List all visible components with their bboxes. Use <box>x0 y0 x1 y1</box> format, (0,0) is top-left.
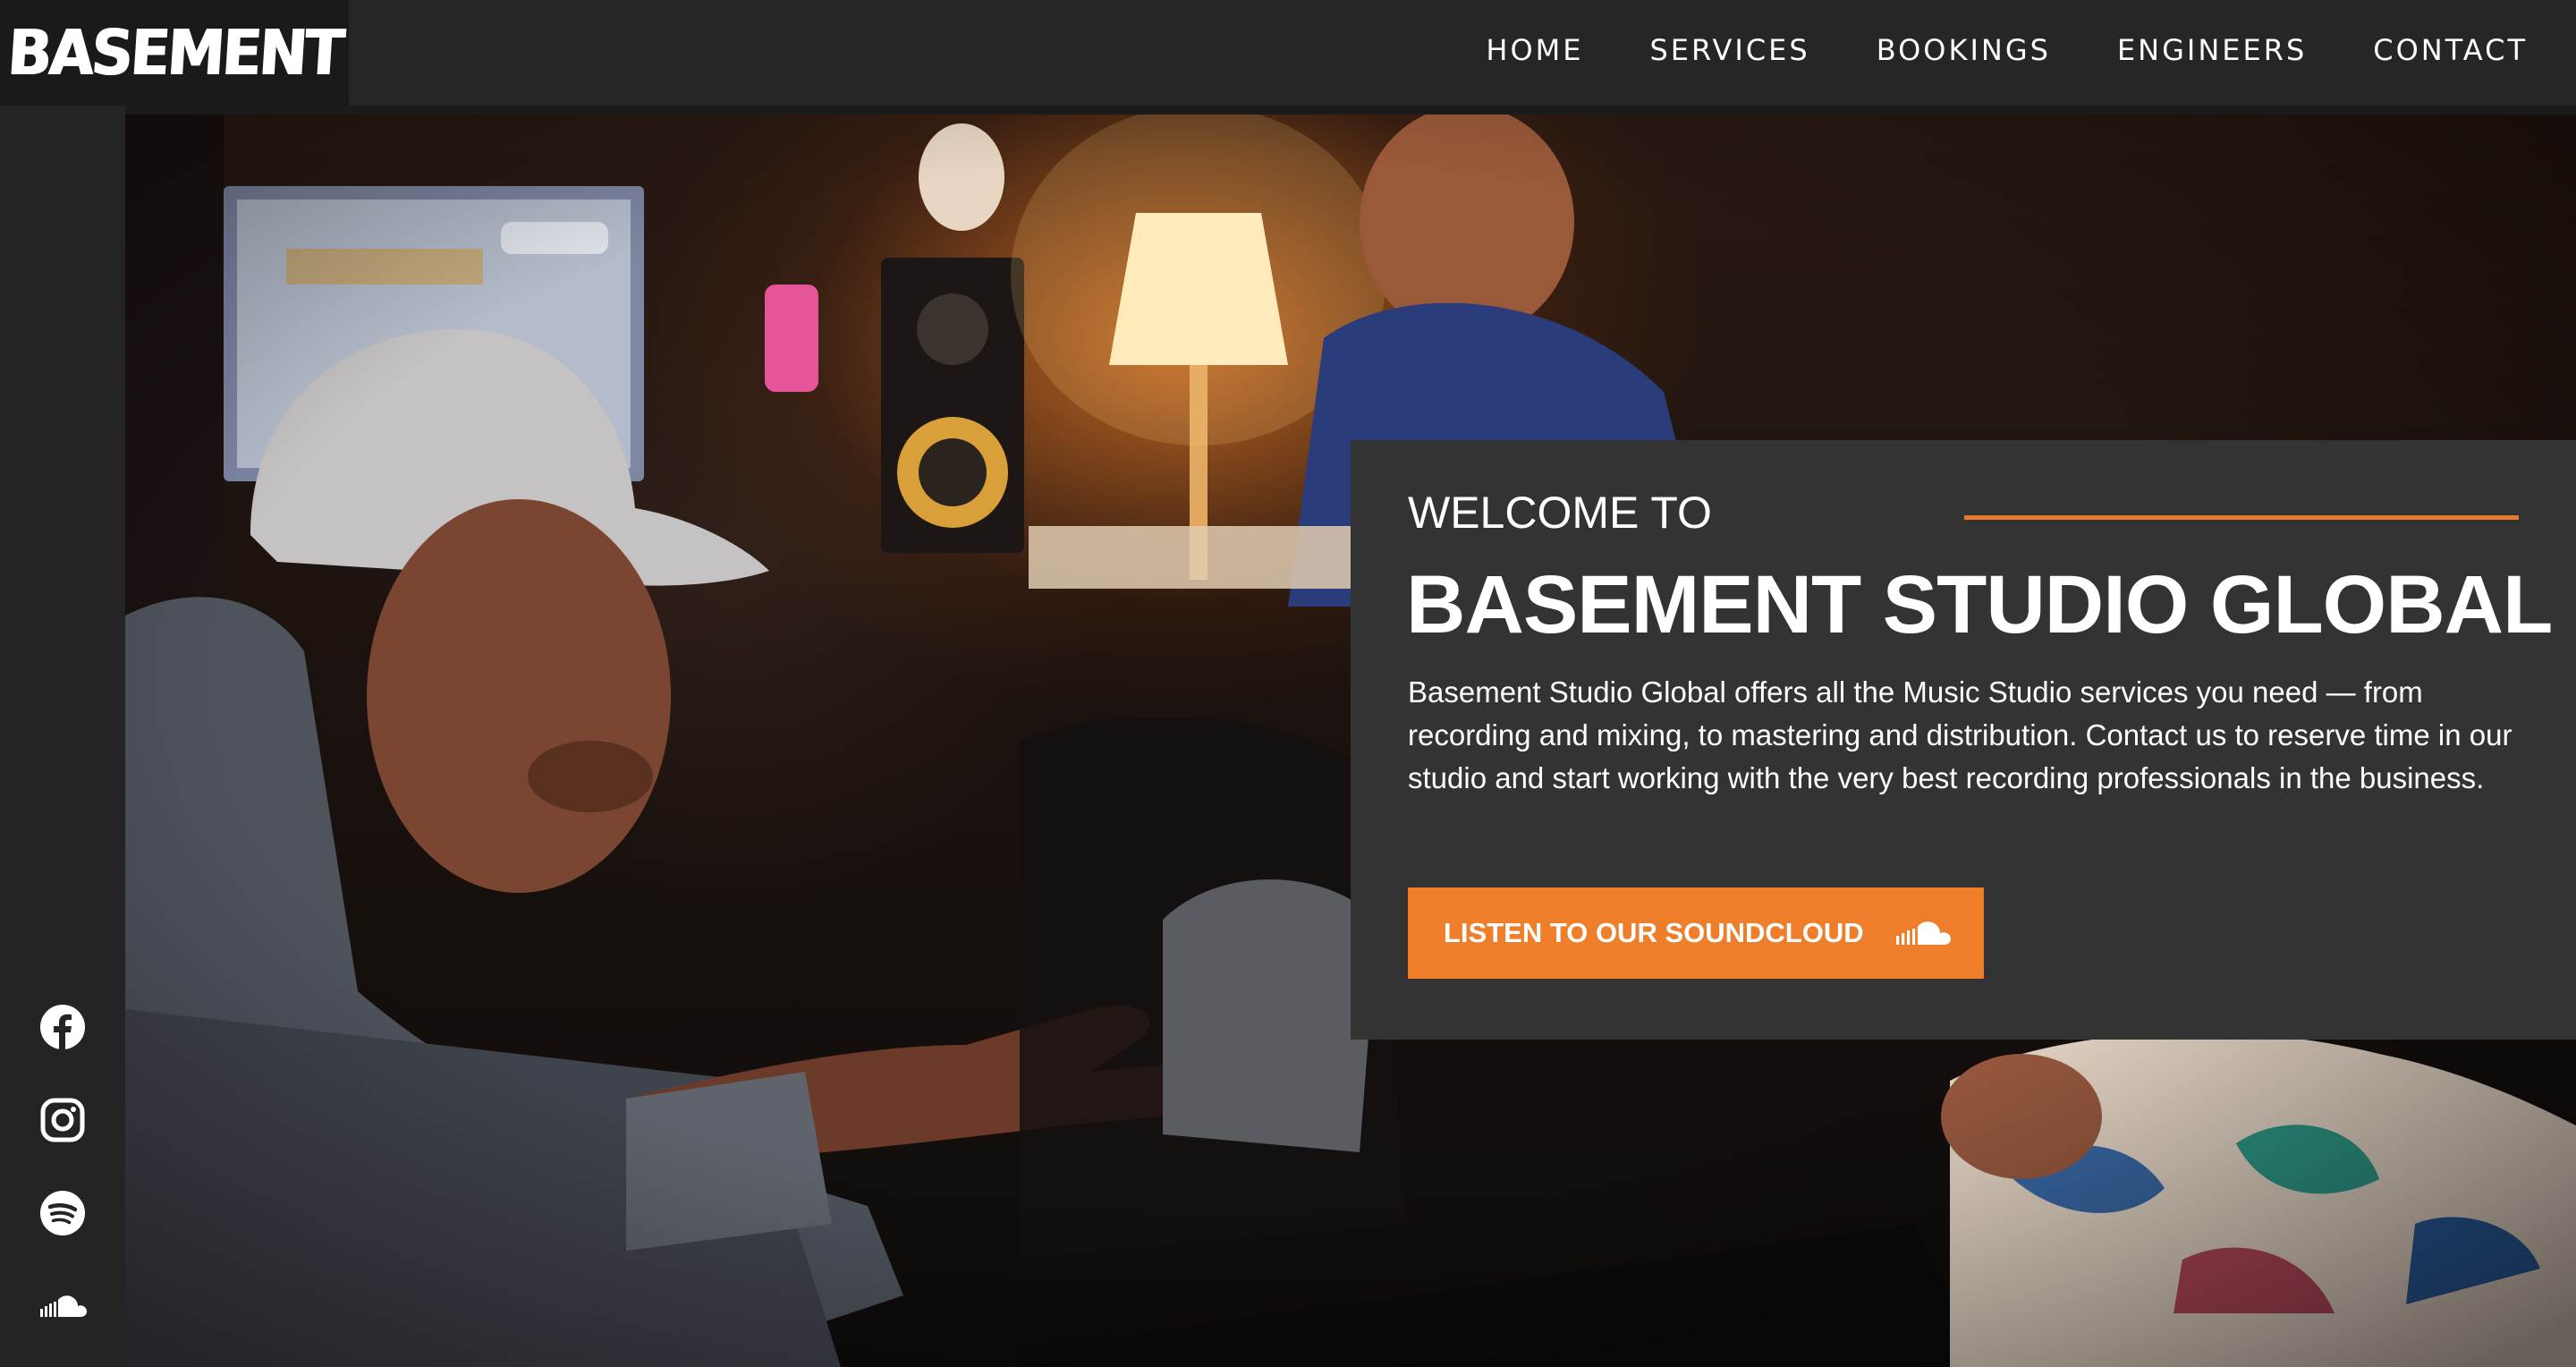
hero-description: Basement Studio Global offers all the Mu… <box>1408 675 2512 794</box>
top-navigation-bar: BASEMENT HOME SERVICES BOOKINGS ENGINEER… <box>0 0 2576 106</box>
cta-label: LISTEN TO OUR SOUNDCLOUD <box>1444 917 1864 948</box>
spotify-icon[interactable] <box>36 1186 89 1240</box>
nav-item-contact[interactable]: CONTACT <box>2373 33 2528 67</box>
page-title: BASEMENT STUDIO GLOBAL <box>1406 559 2553 650</box>
social-sidebar <box>0 106 125 1367</box>
welcome-pretitle: WELCOME TO <box>1408 488 1712 538</box>
soundcloud-icon <box>1894 919 1952 947</box>
nav-item-services[interactable]: SERVICES <box>1649 33 1809 67</box>
nav-item-bookings[interactable]: BOOKINGS <box>1877 33 2051 67</box>
accent-divider <box>1964 515 2519 520</box>
soundcloud-cta-button[interactable]: LISTEN TO OUR SOUNDCLOUD <box>1408 887 1984 979</box>
nav-item-engineers[interactable]: ENGINEERS <box>2117 33 2307 67</box>
welcome-panel: WELCOME TO BASEMENT STUDIO GLOBAL Baseme… <box>1351 440 2576 1040</box>
logo[interactable]: BASEMENT <box>0 0 349 106</box>
logo-text: BASEMENT <box>4 16 344 89</box>
instagram-icon[interactable] <box>36 1093 89 1147</box>
soundcloud-icon[interactable] <box>36 1279 89 1333</box>
nav-item-home[interactable]: HOME <box>1486 33 1583 67</box>
main-nav: HOME SERVICES BOOKINGS ENGINEERS CONTACT <box>1486 0 2528 100</box>
facebook-icon[interactable] <box>36 1000 89 1054</box>
